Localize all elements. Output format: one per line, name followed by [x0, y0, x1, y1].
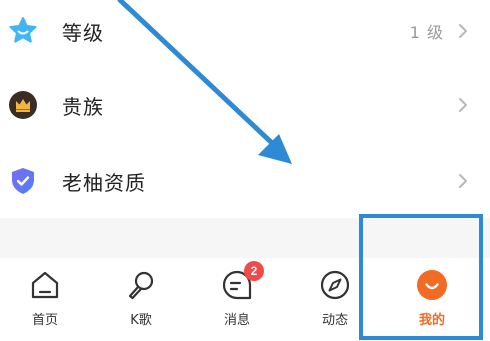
unread-badge: 2: [244, 261, 264, 281]
crown-icon: [9, 91, 37, 119]
tab-messages[interactable]: 2 消息: [192, 258, 282, 341]
menu-item-qualification[interactable]: 老柚资质: [0, 146, 490, 216]
tab-home[interactable]: 首页: [0, 258, 90, 341]
menu-item-qualification-label: 老柚资质: [62, 170, 146, 195]
bottom-tab-bar: 首页 K歌 2 消息 动态 我的: [0, 258, 490, 341]
menu-item-level-value: 1 级: [409, 23, 444, 42]
compass-icon: [320, 270, 350, 300]
menu-item-level[interactable]: 等级 1 级: [0, 0, 490, 66]
tab-mine[interactable]: 我的: [387, 258, 477, 341]
tab-ksong-label: K歌: [130, 313, 152, 328]
tab-home-label: 首页: [31, 313, 58, 328]
menu-item-noble-label: 贵族: [62, 94, 104, 119]
shield-check-icon: [12, 168, 34, 194]
menu-item-level-label: 等级: [62, 20, 104, 45]
menu-item-noble[interactable]: 贵族: [0, 70, 490, 140]
chevron-right-icon: [459, 24, 467, 38]
chevron-right-icon: [459, 98, 467, 112]
blue-star-icon: [9, 17, 37, 43]
section-separator: [0, 218, 490, 258]
home-icon: [31, 271, 59, 299]
tab-feed[interactable]: 动态: [290, 258, 380, 341]
chevron-right-icon: [459, 174, 467, 188]
tab-feed-label: 动态: [321, 313, 348, 328]
tab-messages-label: 消息: [223, 313, 250, 328]
tab-ksong[interactable]: K歌: [96, 258, 186, 341]
tab-mine-label: 我的: [418, 313, 445, 328]
microphone-icon: [128, 271, 154, 300]
smile-avatar-icon: [417, 270, 447, 300]
